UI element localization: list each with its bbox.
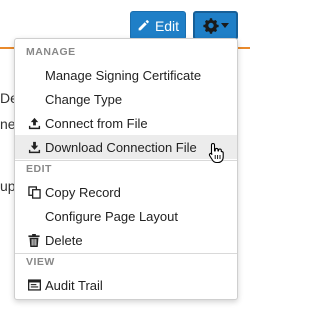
menu-item-connect-from-file[interactable]: Connect from File bbox=[15, 111, 237, 135]
actions-dropdown-menu: MANAGE Manage Signing Certificate Change… bbox=[14, 38, 238, 300]
edit-button-label: Edit bbox=[154, 17, 180, 34]
settings-dropdown-button[interactable] bbox=[193, 11, 238, 40]
section-header-edit: EDIT bbox=[26, 163, 52, 175]
pencil-icon bbox=[137, 19, 150, 32]
hand-cursor-icon bbox=[208, 142, 226, 164]
upload-icon bbox=[27, 116, 41, 130]
menu-item-audit-trail[interactable]: Audit Trail bbox=[15, 273, 237, 297]
menu-item-delete[interactable]: Delete bbox=[15, 228, 237, 252]
download-icon bbox=[27, 140, 41, 154]
menu-item-label: Delete bbox=[45, 232, 83, 248]
menu-divider bbox=[15, 160, 237, 161]
menu-item-label: Manage Signing Certificate bbox=[45, 67, 202, 83]
menu-item-change-type[interactable]: Change Type bbox=[15, 87, 237, 111]
menu-item-label: Download Connection File bbox=[45, 139, 197, 155]
menu-item-label: Change Type bbox=[45, 91, 123, 107]
menu-item-label: Copy Record bbox=[45, 184, 121, 200]
caret-down-icon bbox=[220, 22, 229, 29]
menu-item-label: Audit Trail bbox=[45, 277, 103, 293]
audit-trail-icon bbox=[27, 278, 41, 292]
menu-divider bbox=[15, 253, 237, 254]
menu-item-copy-record[interactable]: Copy Record bbox=[15, 180, 237, 204]
menu-item-label: Configure Page Layout bbox=[45, 208, 178, 224]
menu-item-download-connection-file[interactable]: Download Connection File bbox=[15, 135, 237, 159]
page: Detail ne ups Edit MANAGE bbox=[0, 0, 250, 316]
menu-item-label: Connect from File bbox=[45, 115, 148, 131]
gear-icon bbox=[202, 17, 219, 34]
background-text: ne bbox=[0, 116, 14, 132]
section-header-manage: MANAGE bbox=[26, 46, 76, 58]
menu-item-manage-signing-certificate[interactable]: Manage Signing Certificate bbox=[15, 63, 237, 87]
menu-item-configure-page-layout[interactable]: Configure Page Layout bbox=[15, 204, 237, 228]
section-header-view: VIEW bbox=[26, 256, 55, 268]
edit-button[interactable]: Edit bbox=[130, 11, 186, 40]
copy-icon bbox=[27, 185, 41, 199]
trash-icon bbox=[27, 233, 41, 247]
